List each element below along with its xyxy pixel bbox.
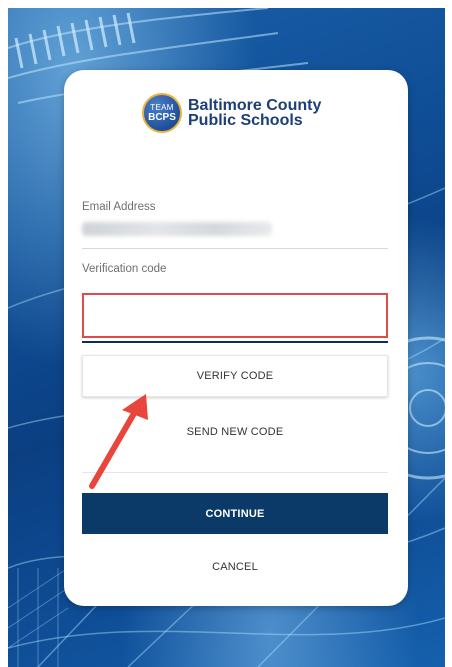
verification-code-underline xyxy=(82,341,388,343)
top-caption-strip xyxy=(0,0,452,8)
cancel-button[interactable]: CANCEL xyxy=(82,548,388,586)
verification-code-label: Verification code xyxy=(82,263,167,275)
district-name-line2: Public Schools xyxy=(188,112,303,129)
bcps-logo: TEAM BCPS Baltimore County Public School… xyxy=(142,93,321,133)
team-bcps-badge-icon: TEAM BCPS xyxy=(142,93,182,133)
badge-line1: TEAM xyxy=(150,102,174,112)
district-name-line1: Baltimore County xyxy=(188,97,322,114)
send-new-code-button[interactable]: SEND NEW CODE xyxy=(82,412,388,452)
email-value-blurred xyxy=(82,222,272,236)
section-divider xyxy=(82,472,388,473)
email-field-underline xyxy=(82,248,388,249)
email-label: Email Address xyxy=(82,201,156,213)
district-name: Baltimore County Public Schools xyxy=(188,97,322,129)
continue-button[interactable]: CONTINUE xyxy=(82,493,388,534)
badge-line2: BCPS xyxy=(148,111,176,123)
verification-code-input[interactable] xyxy=(82,293,388,338)
verify-code-button[interactable]: VERIFY CODE xyxy=(82,355,388,397)
